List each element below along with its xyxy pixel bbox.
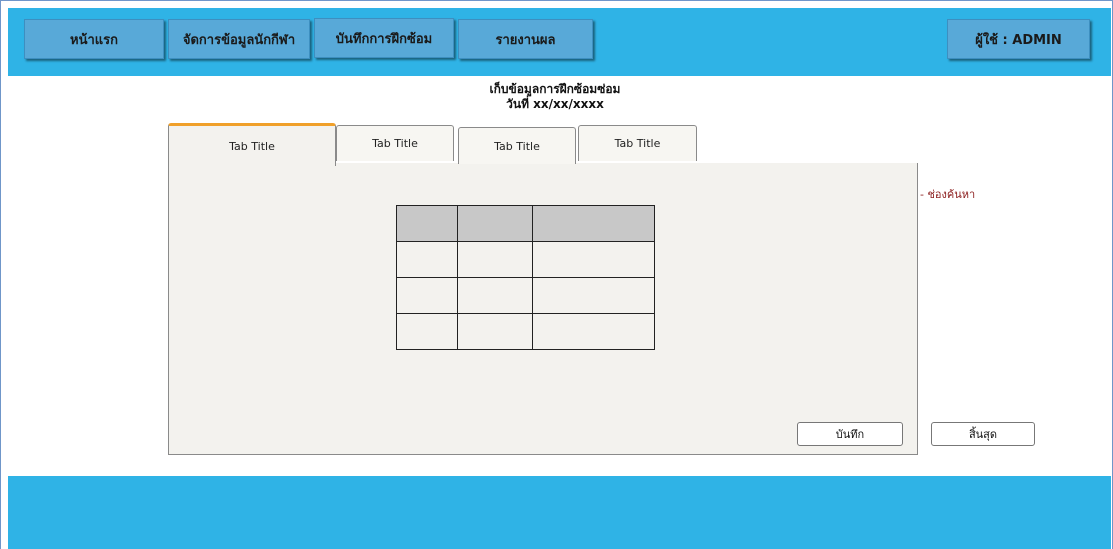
table-row bbox=[396, 241, 655, 278]
table-header-cell bbox=[396, 205, 458, 242]
tab-1[interactable]: Tab Title bbox=[168, 123, 336, 166]
nav-report-button[interactable]: รายงานผล bbox=[458, 19, 593, 59]
tab-3[interactable]: Tab Title bbox=[458, 127, 576, 164]
page-title: เก็บข้อมูลการฝึกซ้อมซ่อม วันที่ xx/xx/xx… bbox=[440, 82, 670, 112]
table-cell bbox=[532, 241, 655, 278]
save-button[interactable]: บันทึก bbox=[797, 422, 903, 446]
table-header-cell bbox=[532, 205, 655, 242]
table-cell bbox=[396, 277, 458, 314]
footer-bar bbox=[8, 476, 1111, 549]
page-title-text: เก็บข้อมูลการฝึกซ้อมซ่อม bbox=[489, 82, 621, 96]
table-cell bbox=[532, 313, 655, 350]
nav-manage-athletes-button[interactable]: จัดการข้อมูลนักกีฬา bbox=[168, 19, 310, 59]
table-row bbox=[396, 313, 655, 350]
table-cell bbox=[396, 241, 458, 278]
tab-4[interactable]: Tab Title bbox=[578, 125, 697, 161]
table-cell bbox=[457, 241, 533, 278]
nav-home-button[interactable]: หน้าแรก bbox=[24, 19, 164, 59]
data-table bbox=[396, 205, 655, 350]
table-row bbox=[396, 277, 655, 314]
table-header-cell bbox=[457, 205, 533, 242]
page-date-text: วันที่ xx/xx/xxxx bbox=[506, 97, 604, 111]
user-menu-button[interactable]: ผู้ใช้ : ADMIN bbox=[947, 19, 1090, 59]
tab-2[interactable]: Tab Title bbox=[336, 125, 454, 161]
table-cell bbox=[532, 277, 655, 314]
table-header-row bbox=[396, 205, 655, 242]
table-cell bbox=[457, 313, 533, 350]
search-field-note: - ช่องค้นหา bbox=[920, 188, 976, 201]
table-cell bbox=[396, 313, 458, 350]
nav-training-record-button[interactable]: บันทึกการฝึกซ้อม bbox=[314, 18, 454, 58]
table-cell bbox=[457, 277, 533, 314]
finish-button[interactable]: สิ้นสุด bbox=[931, 422, 1035, 446]
